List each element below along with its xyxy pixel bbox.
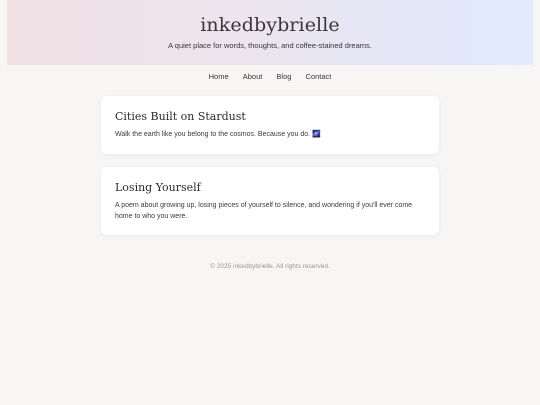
main-nav: Home About Blog Contact bbox=[0, 72, 540, 81]
site-tagline: A quiet place for words, thoughts, and c… bbox=[168, 41, 372, 50]
post-excerpt: Walk the earth like you belong to the co… bbox=[115, 131, 321, 138]
nav-blog-link[interactable]: Blog bbox=[276, 72, 291, 81]
post-title[interactable]: Cities Built on Stardust bbox=[115, 110, 425, 123]
nav-contact-link[interactable]: Contact bbox=[306, 72, 332, 81]
site-header: inkedbybrielle A quiet place for words, … bbox=[7, 0, 533, 65]
footer-copyright: © 2025 inkedbybrielle. All rights reserv… bbox=[210, 263, 330, 270]
site-title: inkedbybrielle bbox=[200, 14, 340, 36]
nav-home-link[interactable]: Home bbox=[209, 72, 229, 81]
post-card[interactable]: Losing Yourself A poem about growing up,… bbox=[101, 167, 439, 235]
post-card[interactable]: Cities Built on Stardust Walk the earth … bbox=[101, 96, 439, 154]
nav-about-link[interactable]: About bbox=[243, 72, 263, 81]
post-excerpt: A poem about growing up, losing pieces o… bbox=[115, 202, 413, 220]
post-title[interactable]: Losing Yourself bbox=[115, 181, 425, 194]
